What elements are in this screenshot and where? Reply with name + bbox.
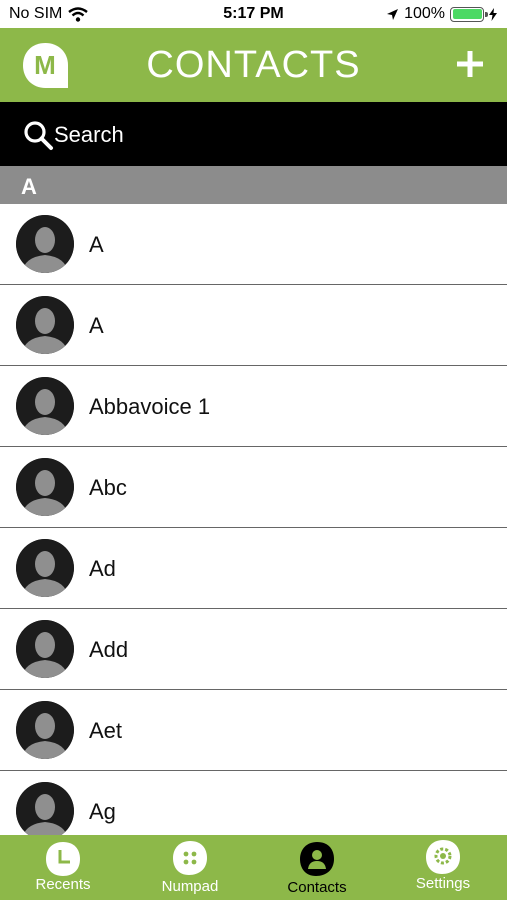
contact-name: A [89, 313, 104, 338]
contact-row[interactable]: Ad [0, 528, 507, 609]
clock-icon [46, 842, 80, 876]
contact-row[interactable]: Add [0, 609, 507, 690]
tab-label: Contacts [287, 879, 347, 896]
contact-row[interactable]: A [0, 204, 507, 285]
contact-name: Abc [89, 475, 127, 500]
contact-name: Ad [89, 556, 116, 581]
page-title: CONTACTS [146, 44, 361, 86]
contact-row[interactable]: A [0, 285, 507, 366]
contact-row[interactable]: Ag [0, 771, 507, 835]
contacts-icon [300, 842, 334, 876]
contact-name: Add [89, 637, 129, 662]
status-right: 100% [386, 5, 497, 23]
contact-name: Aet [89, 718, 123, 743]
numpad-icon [173, 841, 207, 875]
search-bar[interactable]: Search [0, 102, 507, 166]
tab-settings[interactable]: Settings [380, 835, 506, 900]
contact-name: A [89, 232, 104, 257]
avatar [16, 215, 74, 273]
avatar [16, 296, 74, 354]
gear-icon [426, 840, 460, 874]
contact-name: Ag [89, 799, 116, 824]
avatar [16, 782, 74, 835]
battery-percent: 100% [404, 5, 445, 22]
contact-list: A A Abbavoice 1 Abc Ad Add Aet Ag [0, 204, 507, 835]
tab-label: Settings [415, 875, 471, 892]
tab-recents[interactable]: Recents [0, 835, 126, 900]
contact-row[interactable]: Abbavoice 1 [0, 366, 507, 447]
contact-row[interactable]: Abc [0, 447, 507, 528]
battery-fill [452, 9, 482, 19]
tab-bar: Recents Numpad Contacts Settings [0, 835, 507, 900]
contact-row[interactable]: Aet [0, 690, 507, 771]
section-letter: A [21, 174, 37, 199]
search-icon [24, 121, 53, 150]
avatar [16, 458, 74, 516]
status-bar: No SIM 5:17 PM 100% [0, 0, 507, 28]
battery-icon [450, 6, 488, 22]
location-arrow-icon [387, 8, 399, 20]
contact-name: Abbavoice 1 [89, 394, 211, 419]
section-header: A [0, 166, 507, 204]
tab-numpad[interactable]: Numpad [127, 835, 253, 900]
charging-bolt-icon [489, 7, 497, 21]
tab-contacts[interactable]: Contacts [254, 835, 380, 900]
tab-label: Recents [35, 876, 91, 893]
avatar [16, 539, 74, 597]
tab-label: Numpad [161, 878, 219, 895]
add-contact-button[interactable] [453, 47, 487, 81]
avatar [16, 377, 74, 435]
search-label: Search [54, 122, 124, 147]
nav-bar: M CONTACTS [0, 28, 507, 102]
avatar [16, 701, 74, 759]
avatar [16, 620, 74, 678]
